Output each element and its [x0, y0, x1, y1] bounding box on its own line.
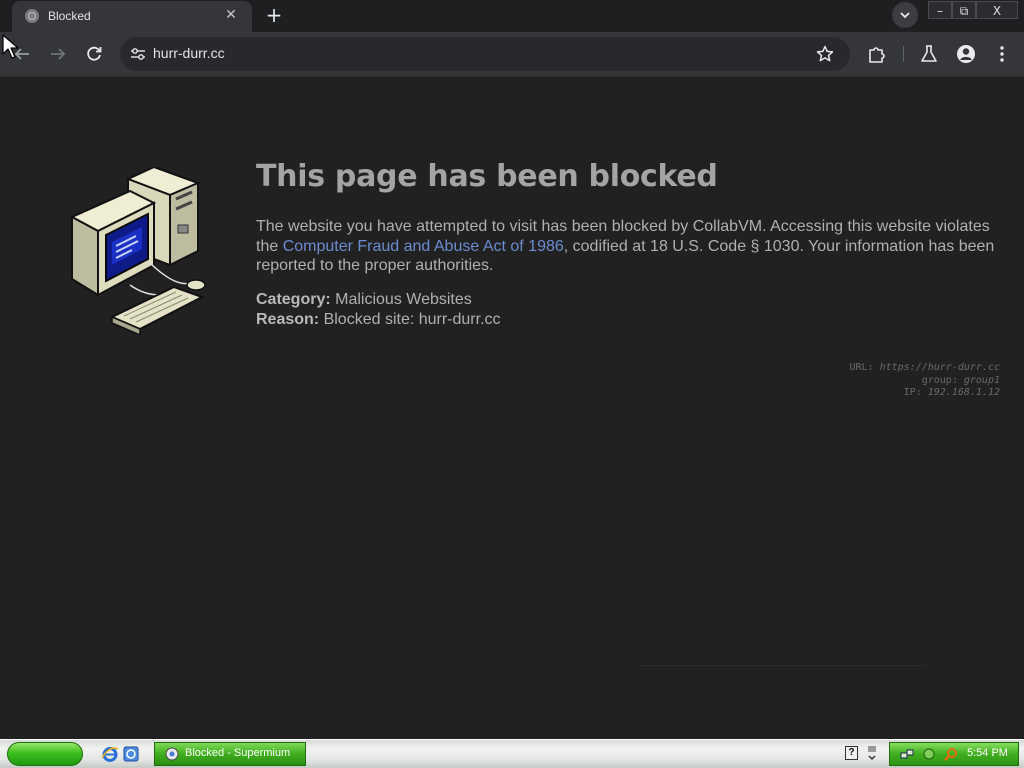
search-icon[interactable]	[944, 747, 958, 761]
debug-group-key: group:	[921, 374, 958, 386]
new-tab-button[interactable]: +	[262, 4, 286, 26]
url-text[interactable]: hurr-durr.cc	[153, 45, 225, 61]
site-settings-icon[interactable]	[130, 46, 146, 62]
tab-blocked[interactable]: Blocked ✕	[12, 1, 252, 32]
reload-icon	[87, 46, 102, 61]
category-label: Category:	[256, 291, 331, 308]
help-icon[interactable]: ?	[845, 746, 858, 760]
forward-arrow-icon	[51, 48, 66, 60]
start-button[interactable]	[7, 742, 83, 766]
close-icon[interactable]: ✕	[222, 6, 240, 24]
supermium-icon	[165, 747, 179, 761]
debug-url-key: URL:	[849, 362, 874, 373]
debug-ip-key: IP:	[903, 387, 922, 398]
system-tray: 5:54 PM	[889, 742, 1019, 766]
reason-value: Blocked site: hurr-durr.cc	[319, 310, 501, 328]
reason-label: Reason:	[256, 310, 320, 328]
category-value: Malicious Websites	[330, 291, 472, 308]
block-description: The website you have attempted to visit …	[256, 217, 1001, 276]
clock: 5:54 PM	[967, 747, 1008, 759]
kebab-menu-icon[interactable]	[991, 43, 1013, 65]
tab-search-button[interactable]	[892, 2, 918, 28]
block-details: Category: Malicious Websites Reason: Blo…	[256, 290, 501, 329]
internet-explorer-icon[interactable]	[101, 745, 119, 763]
tray-expand-icon[interactable]	[866, 745, 878, 763]
taskbar: Blocked - Supermium ? 5:54 PM	[0, 739, 1024, 768]
forward-button[interactable]	[46, 42, 70, 66]
restore-button[interactable]: ⧉	[952, 1, 976, 19]
chevron-down-icon	[900, 12, 910, 19]
extensions-icon[interactable]	[866, 43, 888, 65]
star-icon[interactable]	[815, 44, 835, 64]
category-row: Category: Malicious Websites	[256, 290, 501, 310]
browser-toolbar: hurr-durr.cc	[0, 32, 1024, 76]
network-icon[interactable]	[900, 747, 914, 761]
minimize-button[interactable]: –	[928, 1, 952, 19]
debug-ip-value: 192.168.1.12	[927, 387, 1000, 398]
plus-icon: +	[265, 3, 283, 27]
debug-group-row: group: group1	[849, 375, 1000, 388]
show-desktop-icon[interactable]	[122, 745, 140, 763]
globe-icon	[25, 9, 39, 23]
debug-group-value: group1	[963, 374, 1000, 386]
tab-strip: Blocked ✕ + – ⧉ X	[0, 0, 1024, 32]
taskbar-window-blocked-supermium[interactable]: Blocked - Supermium	[154, 742, 306, 766]
address-bar[interactable]: hurr-durr.cc	[120, 37, 850, 71]
window-close-button[interactable]: X	[976, 1, 1018, 19]
reason-row: Reason: Blocked site: hurr-durr.cc	[256, 310, 501, 330]
computer-illustration-icon	[70, 167, 206, 335]
tab-title: Blocked	[48, 9, 91, 23]
debug-ip-row: IP: 192.168.1.12	[849, 387, 1000, 400]
mouse-cursor-icon	[2, 34, 19, 59]
taskbar-window-label: Blocked - Supermium	[185, 747, 291, 759]
profile-icon[interactable]	[955, 43, 977, 65]
page-title: This page has been blocked	[256, 159, 718, 194]
debug-url-value: https://hurr-durr.cc	[879, 362, 1000, 373]
toolbar-divider	[903, 46, 904, 62]
faint-divider	[640, 665, 925, 666]
labs-flask-icon[interactable]	[918, 43, 940, 65]
cfaa-link[interactable]: Computer Fraud and Abuse Act of 1986	[283, 238, 564, 255]
reload-button[interactable]	[82, 42, 106, 66]
blocked-page: This page has been blocked The website y…	[0, 77, 1024, 739]
antivirus-icon[interactable]	[922, 747, 936, 761]
debug-url-row: URL: https://hurr-durr.cc	[849, 362, 1000, 375]
debug-info: URL: https://hurr-durr.cc group: group1 …	[849, 362, 1000, 400]
